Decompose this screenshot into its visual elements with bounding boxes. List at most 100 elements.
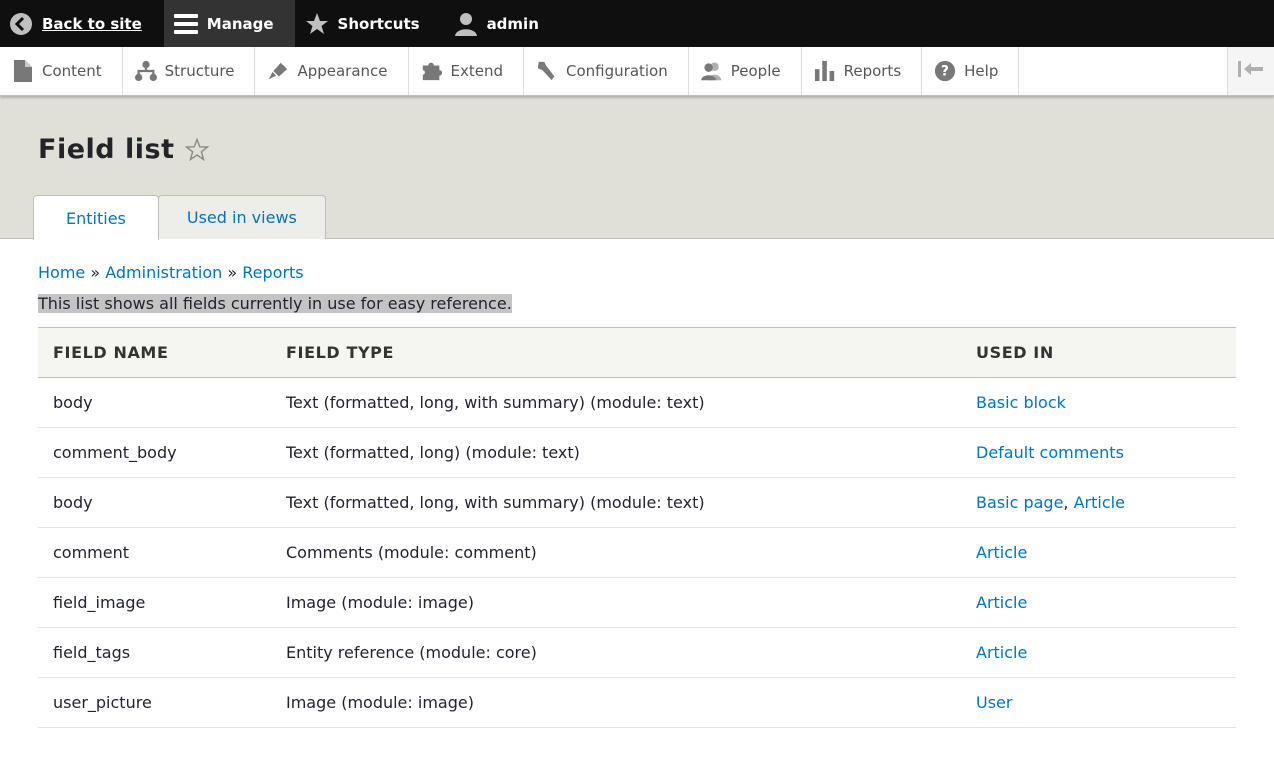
field-type-cell: Text (formatted, long, with summary) (mo… — [271, 477, 961, 528]
people-icon — [700, 60, 723, 82]
page-header: Field list Entities Used in views — [0, 96, 1274, 240]
tray-item-label: Configuration — [566, 62, 668, 80]
tray-item-label: People — [730, 62, 781, 80]
used-in-separator: , — [1063, 493, 1074, 512]
hamburger-icon — [173, 12, 198, 36]
breadcrumb-separator: » — [90, 263, 106, 282]
field-type-cell: Text (formatted, long) (module: text) — [271, 427, 961, 478]
used-in-link[interactable]: Default comments — [976, 443, 1124, 462]
used-in-link[interactable]: Article — [976, 593, 1027, 612]
used-in-link[interactable]: Article — [976, 543, 1027, 562]
tray-item-extend[interactable]: Extend — [409, 47, 525, 95]
back-to-site-label: Back to site — [42, 14, 142, 33]
tray-item-label: Content — [42, 62, 102, 80]
question-icon: ? — [934, 60, 956, 82]
user-tab[interactable]: admin — [442, 0, 561, 47]
shortcut-star-icon[interactable] — [185, 137, 210, 162]
tray-item-people[interactable]: People — [689, 47, 802, 95]
field-type-cell: Comments (module: comment) — [271, 527, 961, 578]
tray-item-appearance[interactable]: Appearance — [255, 47, 409, 95]
used-in-cell: User — [961, 677, 1236, 728]
table-header-row: FIELD NAME FIELD TYPE USED IN — [38, 327, 1236, 378]
admin-tray: Content Structure Appearance Extend Conf… — [0, 47, 1274, 96]
breadcrumb-reports[interactable]: Reports — [242, 263, 303, 282]
field-name-cell: comment — [38, 527, 271, 578]
tray-item-label: Reports — [843, 62, 902, 80]
back-arrow-icon — [9, 12, 33, 36]
collapse-left-icon — [1238, 60, 1264, 82]
field-type-cell: Image (module: image) — [271, 577, 961, 628]
used-in-link[interactable]: Basic block — [976, 393, 1066, 412]
tray-item-reports[interactable]: Reports — [802, 47, 923, 95]
svg-text:?: ? — [941, 64, 949, 80]
used-in-cell: Basic page, Article — [961, 477, 1236, 528]
sitemap-icon — [134, 60, 157, 82]
column-header-field-type: FIELD TYPE — [286, 343, 395, 362]
table-row: body Text (formatted, long, with summary… — [38, 377, 1236, 428]
intro-text-wrap: This list shows all fields currently in … — [38, 294, 1236, 313]
intro-text: This list shows all fields currently in … — [38, 294, 512, 313]
tray-item-content[interactable]: Content — [0, 47, 123, 95]
tray-item-label: Appearance — [297, 62, 388, 80]
user-icon — [454, 12, 478, 36]
tray-item-structure[interactable]: Structure — [123, 47, 256, 95]
breadcrumb: Home » Administration » Reports — [38, 263, 1236, 282]
used-in-cell: Article — [961, 627, 1236, 678]
user-label: admin — [486, 14, 539, 33]
table-row: field_image Image (module: image) Articl… — [38, 577, 1236, 628]
field-type-cell: Image (module: image) — [271, 677, 961, 728]
admin-toolbar: Back to site Manage Shortcuts admin — [0, 0, 1274, 47]
star-icon — [305, 12, 329, 36]
used-in-link[interactable]: Basic page — [976, 493, 1063, 512]
column-header-field-name: FIELD NAME — [53, 343, 169, 362]
tray-item-configuration[interactable]: Configuration — [524, 47, 689, 95]
breadcrumb-home[interactable]: Home — [38, 263, 85, 282]
tray-item-help[interactable]: ? Help — [922, 47, 1020, 95]
field-type-cell: Text (formatted, long, with summary) (mo… — [271, 377, 961, 428]
file-icon — [12, 60, 34, 82]
tray-spacer — [1019, 47, 1227, 95]
field-name-cell: field_tags — [38, 627, 271, 678]
shortcuts-tab[interactable]: Shortcuts — [295, 0, 442, 47]
page-title: Field list — [38, 134, 175, 165]
shortcuts-label: Shortcuts — [337, 14, 420, 33]
field-name-cell: user_picture — [38, 677, 271, 728]
page-title-wrap: Field list — [38, 134, 210, 165]
table-row: user_picture Image (module: image) User — [38, 677, 1236, 728]
used-in-cell: Article — [961, 527, 1236, 578]
table-row: comment_body Text (formatted, long) (mod… — [38, 427, 1236, 478]
used-in-link[interactable]: Article — [976, 643, 1027, 662]
tray-item-label: Extend — [450, 62, 504, 80]
field-name-cell: comment_body — [38, 427, 271, 478]
manage-label: Manage — [206, 14, 274, 33]
field-list-table: FIELD NAME FIELD TYPE USED IN body Text … — [38, 327, 1236, 728]
used-in-link[interactable]: User — [976, 693, 1012, 712]
bar-chart-icon — [814, 60, 836, 82]
wrench-icon — [536, 60, 558, 82]
breadcrumb-separator: » — [227, 263, 243, 282]
paintbrush-icon — [267, 60, 289, 82]
field-type-cell: Entity reference (module: core) — [271, 627, 961, 678]
used-in-cell: Article — [961, 577, 1236, 628]
manage-tab[interactable]: Manage — [163, 0, 295, 47]
main-content: Home » Administration » Reports This lis… — [0, 263, 1274, 728]
primary-tabs: Entities Used in views — [33, 195, 326, 240]
back-to-site-link[interactable]: Back to site — [0, 0, 164, 47]
puzzle-icon — [421, 60, 443, 82]
table-row: field_tags Entity reference (module: cor… — [38, 627, 1236, 678]
field-name-cell: body — [38, 477, 271, 528]
table-row: comment Comments (module: comment) Artic… — [38, 527, 1236, 578]
tray-item-label: Structure — [164, 62, 235, 80]
column-header-used-in: USED IN — [976, 343, 1054, 362]
tab-entities[interactable]: Entities — [33, 195, 159, 240]
table-row: body Text (formatted, long, with summary… — [38, 477, 1236, 528]
breadcrumb-administration[interactable]: Administration — [105, 263, 222, 282]
used-in-cell: Basic block — [961, 377, 1236, 428]
used-in-cell: Default comments — [961, 427, 1236, 478]
tray-orientation-toggle[interactable] — [1227, 47, 1274, 95]
tab-used-in-views[interactable]: Used in views — [157, 195, 326, 239]
used-in-link[interactable]: Article — [1074, 493, 1125, 512]
field-name-cell: field_image — [38, 577, 271, 628]
field-name-cell: body — [38, 377, 271, 428]
tray-item-label: Help — [964, 62, 999, 80]
